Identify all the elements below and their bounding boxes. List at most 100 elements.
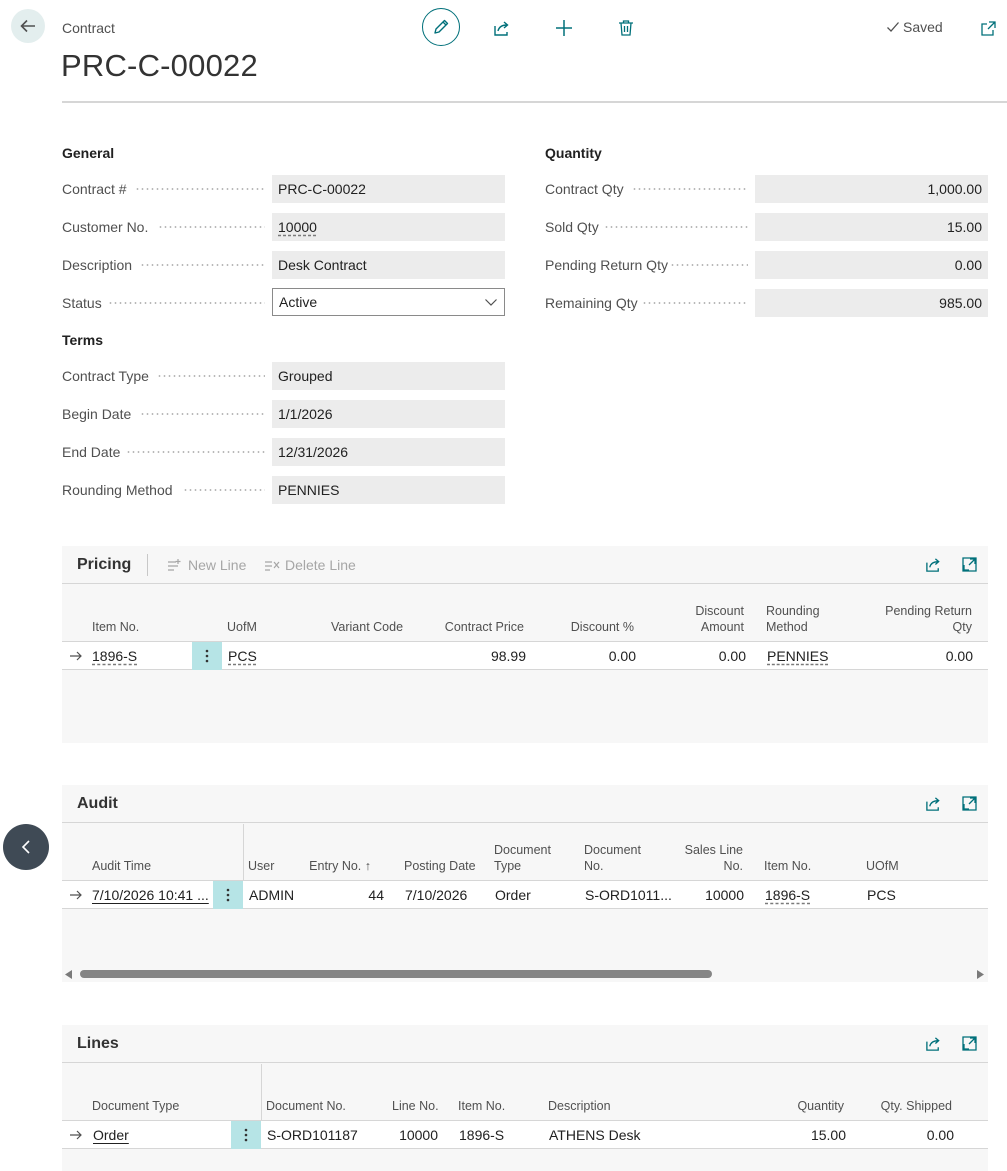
col-variant-code[interactable]: Variant Code: [331, 619, 403, 635]
contract-type-label: Contract Type: [62, 368, 149, 384]
col-user[interactable]: User: [248, 858, 274, 874]
scroll-right-icon[interactable]: [976, 970, 984, 979]
audit-document-type-value[interactable]: Order: [495, 881, 531, 909]
leader-dots: [642, 302, 748, 304]
pricing-rounding-method[interactable]: PENNIES: [767, 642, 828, 670]
contract-qty-field[interactable]: 1,000.00: [755, 175, 988, 203]
checkmark-icon: [887, 22, 899, 32]
audit-item-no-value[interactable]: 1896-S: [765, 881, 810, 909]
col-qty-shipped[interactable]: Qty. Shipped: [852, 1098, 952, 1114]
col-rounding-method[interactable]: Rounding Method: [766, 603, 820, 635]
audit-uofm-value[interactable]: PCS: [867, 881, 896, 909]
col-audit-time[interactable]: Audit Time: [92, 858, 151, 874]
audit-title: Audit: [77, 795, 118, 812]
lines-row[interactable]: Order S-ORD101187 10000 1896-S ATHENS De…: [62, 1121, 988, 1149]
col-discount-amount[interactable]: Discount Amount: [644, 603, 744, 635]
audit-entry-no-value[interactable]: 44: [324, 881, 384, 909]
col-item-no[interactable]: Item No.: [764, 858, 811, 874]
col-document-type[interactable]: Document Type: [92, 1098, 179, 1114]
share-icon: [926, 1037, 940, 1051]
audit-posting-date-value[interactable]: 7/10/2026: [405, 881, 467, 909]
col-item-no[interactable]: Item No.: [458, 1098, 505, 1114]
lines-description-value[interactable]: ATHENS Desk: [549, 1121, 641, 1149]
lines-line-no-value[interactable]: 10000: [378, 1121, 438, 1149]
open-new-window-button[interactable]: [977, 17, 999, 39]
pricing-contract-price[interactable]: 98.99: [426, 642, 526, 670]
pricing-discount-pct[interactable]: 0.00: [536, 642, 636, 670]
col-contract-price[interactable]: Contract Price: [424, 619, 524, 635]
pricing-uofm[interactable]: PCS: [228, 642, 257, 670]
status-select[interactable]: Active: [272, 288, 505, 316]
col-item-no[interactable]: Item No.: [92, 619, 139, 635]
pending-return-qty-field[interactable]: 0.00: [755, 251, 988, 279]
pricing-share-button[interactable]: [925, 556, 943, 574]
new-line-button[interactable]: New Line: [167, 557, 246, 573]
customer-no-value[interactable]: 10000: [278, 219, 317, 235]
col-entry-no[interactable]: Entry No. ↑: [292, 858, 371, 874]
edit-button[interactable]: [422, 8, 460, 46]
col-posting-date[interactable]: Posting Date: [404, 858, 476, 874]
pricing-row[interactable]: 1896-S PCS 98.99 0.00 0.00 PENNIES 0.00: [62, 642, 988, 670]
lines-share-button[interactable]: [925, 1035, 943, 1053]
delete-button[interactable]: [615, 17, 637, 39]
col-line-no[interactable]: Line No.: [392, 1098, 439, 1114]
audit-document-no-value[interactable]: S-ORD1011...: [585, 881, 672, 909]
audit-share-button[interactable]: [925, 795, 943, 813]
share-icon: [494, 21, 509, 36]
scroll-left-icon[interactable]: [65, 970, 73, 979]
audit-user-value[interactable]: ADMIN: [249, 881, 294, 909]
contract-no-label: Contract #: [62, 181, 127, 197]
customer-no-field[interactable]: 10000: [272, 213, 505, 241]
audit-sales-line-no-value[interactable]: 10000: [684, 881, 744, 909]
row-actions-button[interactable]: [231, 1121, 261, 1149]
audit-time-value[interactable]: 7/10/2026 10:41 ...: [92, 881, 209, 909]
pricing-expand-button[interactable]: [961, 556, 979, 574]
lines-expand-button[interactable]: [961, 1035, 979, 1053]
col-uofm[interactable]: UOfM: [866, 858, 899, 874]
lines-title: Lines: [77, 1035, 119, 1052]
pricing-item-no[interactable]: 1896-S: [92, 642, 137, 670]
pricing-pending-return-qty[interactable]: 0.00: [873, 642, 973, 670]
rounding-method-field[interactable]: PENNIES: [272, 476, 505, 504]
col-pending-return-qty[interactable]: Pending Return Qty: [872, 603, 972, 635]
new-button[interactable]: [553, 17, 575, 39]
lines-qty-shipped-value[interactable]: 0.00: [854, 1121, 954, 1149]
lines-column-headers: Document Type Document No. Line No. Item…: [62, 1064, 988, 1121]
sold-qty-field[interactable]: 15.00: [755, 213, 988, 241]
share-button[interactable]: [491, 17, 513, 39]
row-actions-button[interactable]: [213, 881, 243, 909]
expand-icon: [962, 1036, 977, 1051]
lines-quantity-value[interactable]: 15.00: [746, 1121, 846, 1149]
horizontal-scrollbar[interactable]: [62, 967, 988, 982]
audit-row[interactable]: 7/10/2026 10:41 ... ADMIN 44 7/10/2026 O…: [62, 881, 988, 909]
leader-dots: [140, 413, 265, 415]
contract-no-field[interactable]: PRC-C-00022: [272, 175, 505, 203]
back-button[interactable]: [11, 9, 45, 43]
pricing-discount-amount[interactable]: 0.00: [646, 642, 746, 670]
row-actions-button[interactable]: [192, 642, 222, 670]
lines-item-no-value[interactable]: 1896-S: [459, 1121, 504, 1149]
col-document-no[interactable]: Document No.: [266, 1098, 346, 1114]
col-discount-pct[interactable]: Discount %: [534, 619, 634, 635]
scrollbar-thumb[interactable]: [80, 970, 712, 978]
lines-document-no-value[interactable]: S-ORD101187: [267, 1121, 358, 1149]
remaining-qty-field[interactable]: 985.00: [755, 289, 988, 317]
audit-expand-button[interactable]: [961, 795, 979, 813]
rounding-method-label: Rounding Method: [62, 482, 173, 498]
col-description[interactable]: Description: [548, 1098, 611, 1114]
description-field[interactable]: Desk Contract: [272, 251, 505, 279]
begin-date-field[interactable]: 1/1/2026: [272, 400, 505, 428]
col-uofm[interactable]: UofM: [227, 619, 257, 635]
leader-dots: [632, 188, 748, 190]
col-document-no[interactable]: Document No.: [584, 842, 641, 874]
general-heading: General: [62, 145, 115, 161]
col-sales-line-no[interactable]: Sales Line No.: [662, 842, 743, 874]
col-quantity[interactable]: Quantity: [744, 1098, 844, 1114]
end-date-field[interactable]: 12/31/2026: [272, 438, 505, 466]
delete-line-button[interactable]: Delete Line: [264, 557, 356, 573]
pricing-title: Pricing: [77, 556, 132, 573]
contract-type-field[interactable]: Grouped: [272, 362, 505, 390]
lines-document-type-value[interactable]: Order: [93, 1121, 129, 1149]
col-document-type[interactable]: Document Type: [494, 842, 551, 874]
collapse-panel-button[interactable]: [3, 824, 49, 870]
